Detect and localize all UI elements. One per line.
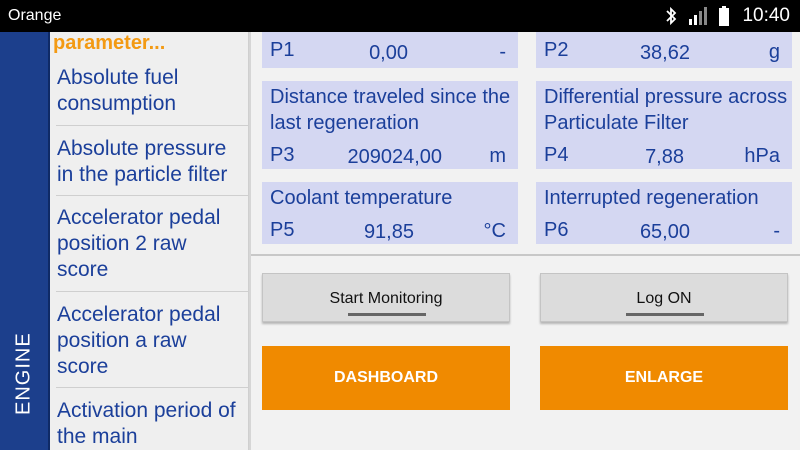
parameter-label: Interrupted regeneration (544, 187, 759, 209)
parameter-cell-p6[interactable]: Interrupted regeneration P6 65,00 - (536, 182, 792, 244)
dashboard-label: DASHBOARD (334, 369, 438, 386)
log-on-label: Log ON (636, 290, 692, 307)
parameter-unit: hPa (744, 145, 780, 167)
parameter-unit: m (489, 145, 506, 167)
list-separator (56, 387, 248, 388)
button-underline (626, 313, 704, 316)
log-on-button[interactable]: Log ON (540, 273, 788, 322)
parameter-list[interactable]: parameter... Absolute fuel consumption A… (50, 32, 249, 450)
start-monitoring-label: Start Monitoring (329, 290, 443, 307)
parameter-value: 0,00 (369, 42, 408, 64)
start-monitoring-button[interactable]: Start Monitoring (262, 273, 510, 322)
button-underline (348, 313, 426, 316)
signal-icon (688, 6, 708, 26)
bluetooth-icon (664, 6, 678, 26)
parameter-label: Distance traveled since the last regener… (270, 86, 511, 134)
list-item[interactable]: Absolute fuel consumption (57, 65, 243, 117)
battery-icon (718, 6, 730, 26)
dashboard-button[interactable]: DASHBOARD (262, 346, 510, 410)
parameter-id: P6 (544, 219, 569, 241)
list-separator (56, 195, 248, 196)
parameter-cell-p4[interactable]: Differential pressure across Particulate… (536, 81, 792, 169)
parameter-value: 209024,00 (347, 146, 442, 168)
parameter-cell-p2[interactable]: P2 38,62 g (536, 32, 792, 68)
parameter-cell-p3[interactable]: Distance traveled since the last regener… (262, 81, 518, 169)
parameter-unit: g (768, 41, 780, 63)
parameter-unit: °C (483, 220, 506, 242)
enlarge-button[interactable]: ENLARGE (540, 346, 788, 410)
parameter-id: P5 (270, 219, 295, 241)
section-divider (251, 254, 800, 256)
engine-tab[interactable]: ENGINE (0, 32, 50, 450)
status-bar: Orange 10:40 (0, 0, 800, 32)
parameter-id: P2 (544, 39, 569, 61)
enlarge-label: ENLARGE (624, 369, 704, 386)
parameter-unit: - (499, 41, 506, 63)
clock: 10:40 (742, 5, 790, 26)
parameter-value: 7,88 (645, 146, 684, 168)
engine-tab-label: ENGINE (12, 332, 35, 415)
parameter-cell-p5[interactable]: Coolant temperature P5 91,85 °C (262, 182, 518, 244)
parameter-id: P3 (270, 144, 295, 166)
parameter-unit: - (773, 220, 780, 242)
list-item[interactable]: Accelerator pedal position 2 raw score (57, 205, 243, 283)
carrier-name: Orange (8, 7, 62, 24)
panel-divider (249, 32, 251, 450)
parameter-label: Coolant temperature (270, 187, 453, 209)
parameter-value: 38,62 (639, 42, 690, 64)
list-item[interactable]: Accelerator pedal position a raw score (57, 302, 243, 380)
list-separator (56, 291, 248, 292)
list-item[interactable]: Activation period of the main (57, 398, 243, 450)
parameter-list-header: parameter... (53, 32, 166, 54)
parameter-value: 65,00 (639, 221, 690, 243)
list-item[interactable]: Absolute pressure in the particle filter (57, 136, 243, 188)
parameter-label: Differential pressure across Particulate… (544, 86, 788, 134)
list-separator (56, 125, 248, 126)
parameter-value: 91,85 (363, 221, 414, 243)
parameter-cell-p1[interactable]: P1 0,00 - (262, 32, 518, 68)
